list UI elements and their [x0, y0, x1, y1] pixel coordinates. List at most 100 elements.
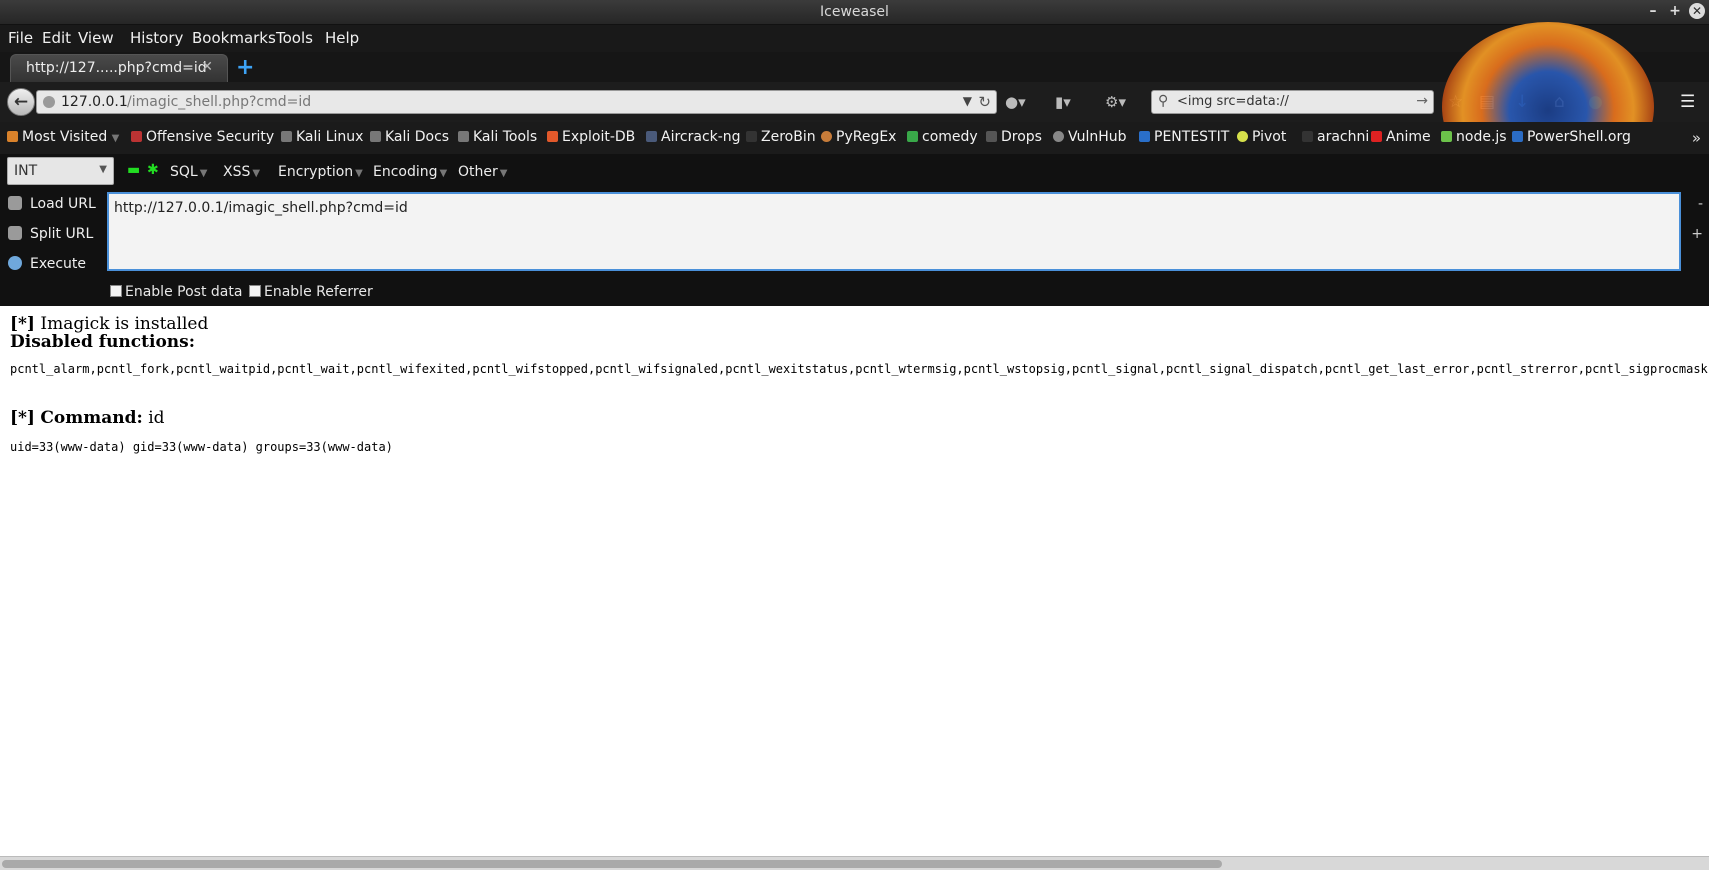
enable-referrer-checkbox[interactable]: Enable Referrer: [249, 284, 373, 300]
checkbox-icon: [249, 285, 261, 297]
bookmark-arachni[interactable]: arachni: [1302, 129, 1369, 145]
comedy-icon: [907, 131, 918, 142]
int-select[interactable]: INT ▼: [7, 157, 114, 185]
exploit-db-icon: [547, 131, 558, 142]
bookmark-kali-docs[interactable]: Kali Docs: [370, 129, 449, 145]
url-host: 127.0.0.1: [61, 94, 128, 110]
split-url-button[interactable]: Split URL: [8, 226, 93, 242]
new-tab-icon[interactable]: +: [236, 55, 254, 80]
kali-icon: [370, 131, 381, 142]
drops-icon: [986, 131, 997, 142]
menu-edit[interactable]: Edit: [42, 29, 71, 47]
decrement-icon[interactable]: ▬: [127, 162, 140, 178]
minimize-icon[interactable]: –: [1645, 3, 1661, 19]
search-input[interactable]: <img src=data://: [1177, 94, 1289, 109]
hackbar-menu-other[interactable]: Other ▼: [458, 164, 507, 180]
hackbar-menu-xss[interactable]: XSS ▼: [223, 164, 260, 180]
tab-label: http://127.....php?cmd=id: [26, 60, 207, 76]
bookmarks-overflow-icon[interactable]: »: [1692, 129, 1701, 147]
search-go-icon[interactable]: →: [1416, 93, 1428, 109]
reload-icon[interactable]: ↻: [978, 93, 991, 111]
load-url-icon: [8, 196, 22, 210]
vulnhub-icon: [1053, 131, 1064, 142]
menu-hamburger-icon[interactable]: ☰: [1680, 92, 1695, 112]
bookmark-aircrack-ng[interactable]: Aircrack-ng: [646, 129, 741, 145]
kali-icon: [281, 131, 292, 142]
bookmark-drops[interactable]: Drops: [986, 129, 1042, 145]
bookmark-vulnhub[interactable]: VulnHub: [1053, 129, 1127, 145]
pyregex-icon: [821, 131, 832, 142]
bookmark-anime[interactable]: Anime: [1371, 129, 1431, 145]
bookmark-most-visited[interactable]: Most Visited ▼: [7, 129, 119, 145]
load-url-button[interactable]: Load URL: [8, 196, 96, 212]
menu-view[interactable]: View: [78, 29, 114, 47]
pivot-icon: [1237, 131, 1248, 142]
kali-icon: [458, 131, 469, 142]
menu-tools[interactable]: Tools: [276, 29, 313, 47]
bookmark-kali-tools[interactable]: Kali Tools: [458, 129, 537, 145]
bookmark-powershell[interactable]: PowerShell.org: [1512, 129, 1631, 145]
increment-icon[interactable]: ✱: [147, 162, 159, 178]
offsec-icon: [131, 131, 142, 142]
command-line: [*] Command: id: [10, 408, 165, 428]
url-dropdown-icon[interactable]: ▼: [963, 94, 972, 108]
powershell-icon: [1512, 131, 1523, 142]
bookmark-zerobin[interactable]: ZeroBin: [746, 129, 816, 145]
shrink-textarea-button[interactable]: -: [1698, 196, 1703, 212]
execute-button[interactable]: Execute: [8, 256, 86, 272]
bookmark-kali-linux[interactable]: Kali Linux: [281, 129, 363, 145]
int-select-value: INT: [14, 163, 38, 179]
hackbar-panel: INT ▼ ▬ ✱ SQL ▼ XSS ▼ Encryption ▼ Encoding…: [0, 154, 1709, 306]
search-icon: ⚲: [1158, 93, 1169, 109]
page-content: [*] Imagick is installed Disabled functi…: [0, 306, 1709, 856]
disabled-functions-heading: Disabled functions:: [10, 332, 195, 352]
scrollbar-thumb[interactable]: [2, 860, 1222, 868]
tab-active[interactable]: http://127.....php?cmd=id ✕: [10, 54, 228, 82]
menu-history[interactable]: History: [130, 29, 183, 47]
menu-bar: File Edit View History Bookmarks Tools H…: [0, 25, 1709, 52]
bookmark-nodejs[interactable]: node.js: [1441, 129, 1507, 145]
url-bar[interactable]: 127.0.0.1 /imagic_shell.php?cmd=id ▼ ↻: [36, 90, 997, 114]
execute-icon: [8, 256, 22, 270]
back-button[interactable]: ←: [7, 88, 35, 116]
chevron-down-icon: ▼: [99, 164, 107, 175]
menu-file[interactable]: File: [8, 29, 33, 47]
bookmark-pivot[interactable]: Pivot: [1237, 129, 1286, 145]
hackbar-url-textarea[interactable]: http://127.0.0.1/imagic_shell.php?cmd=id: [107, 192, 1681, 271]
bookmark-offensive-security[interactable]: Offensive Security: [131, 129, 274, 145]
hackbar-menu-encoding[interactable]: Encoding ▼: [373, 164, 447, 180]
folder-icon: [7, 131, 18, 142]
enable-post-checkbox[interactable]: Enable Post data: [110, 284, 242, 300]
disabled-functions-list: pcntl_alarm,pcntl_fork,pcntl_waitpid,pcn…: [10, 362, 1709, 376]
bookmark-pyregex[interactable]: PyRegEx: [821, 129, 896, 145]
url-path: /imagic_shell.php?cmd=id: [127, 94, 312, 110]
hackbar-menu-encryption[interactable]: Encryption ▼: [278, 164, 363, 180]
bookmark-pentestit[interactable]: PENTESTIT: [1139, 129, 1229, 145]
window-title: Iceweasel: [820, 4, 889, 20]
bookmarks-toolbar: Most Visited ▼ Offensive Security Kali L…: [0, 122, 1709, 154]
addon-flag-icon[interactable]: ▮▾: [1055, 93, 1071, 111]
search-bar[interactable]: ⚲ <img src=data:// →: [1151, 90, 1434, 114]
expand-textarea-button[interactable]: +: [1691, 226, 1703, 242]
command-output: uid=33(www-data) gid=33(www-data) groups…: [10, 440, 393, 454]
menu-help[interactable]: Help: [325, 29, 359, 47]
close-icon[interactable]: ✕: [1689, 3, 1705, 19]
addon-gear-icon[interactable]: ⚙▾: [1105, 93, 1126, 111]
tab-close-icon[interactable]: ✕: [201, 59, 213, 75]
pentestit-icon: [1139, 131, 1150, 142]
aircrack-icon: [646, 131, 657, 142]
window-titlebar: Iceweasel – + ✕: [0, 0, 1709, 25]
hackbar-menu-sql[interactable]: SQL ▼: [170, 164, 207, 180]
globe-icon: [43, 96, 55, 108]
bookmark-comedy[interactable]: comedy: [907, 129, 978, 145]
maximize-icon[interactable]: +: [1667, 3, 1683, 19]
bookmark-exploit-db[interactable]: Exploit-DB: [547, 129, 635, 145]
horizontal-scrollbar[interactable]: [0, 856, 1709, 870]
checkbox-icon: [110, 285, 122, 297]
nodejs-icon: [1441, 131, 1452, 142]
addon-globe-icon[interactable]: ●▾: [1005, 93, 1026, 111]
imagick-status: [*] Imagick is installed: [10, 314, 209, 334]
arachni-icon: [1302, 131, 1313, 142]
menu-bookmarks[interactable]: Bookmarks: [192, 29, 276, 47]
window-controls: – + ✕: [1645, 3, 1705, 19]
